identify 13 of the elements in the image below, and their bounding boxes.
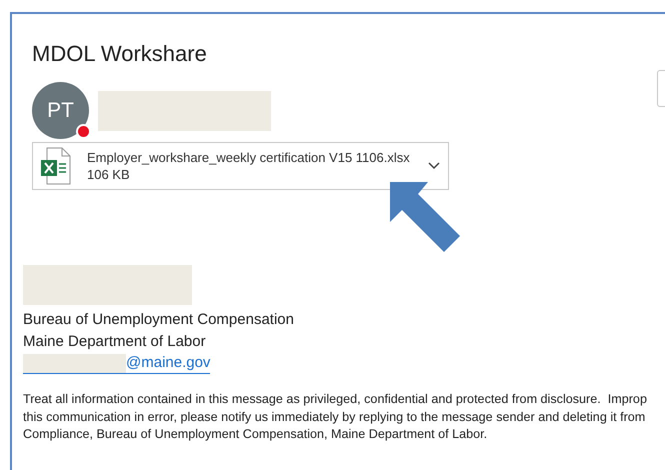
attachment-name: Employer_workshare_weekly certification V15 1106.xlsx xyxy=(87,149,411,166)
message-subject: MDOL Workshare xyxy=(32,40,208,68)
disclaimer-line: this communication in error, please notify us immediately by replying to the message sender and deleting it from xyxy=(23,408,646,426)
avatar-initials: PT xyxy=(47,98,74,124)
spreadsheet-file-icon xyxy=(41,147,71,185)
attachment-size: 106 KB xyxy=(87,166,131,183)
signature-line: Maine Department of Labor xyxy=(23,332,207,352)
signature-line: Bureau of Unemployment Compensation xyxy=(23,310,295,330)
attachment-card[interactable]: Employer_workshare_weekly certification V15 1106.xlsx 106 KB xyxy=(32,142,449,190)
chevron-down-icon xyxy=(428,162,440,170)
disclaimer-line: Treat all information contained in this message as privileged, confidential and protected from disclosure. Improp xyxy=(23,391,648,408)
disclaimer-line: Compliance, Bureau of Unemployment Compensation, Maine Department of Labor. xyxy=(23,426,488,443)
email-link[interactable]: @maine.gov xyxy=(126,353,210,373)
